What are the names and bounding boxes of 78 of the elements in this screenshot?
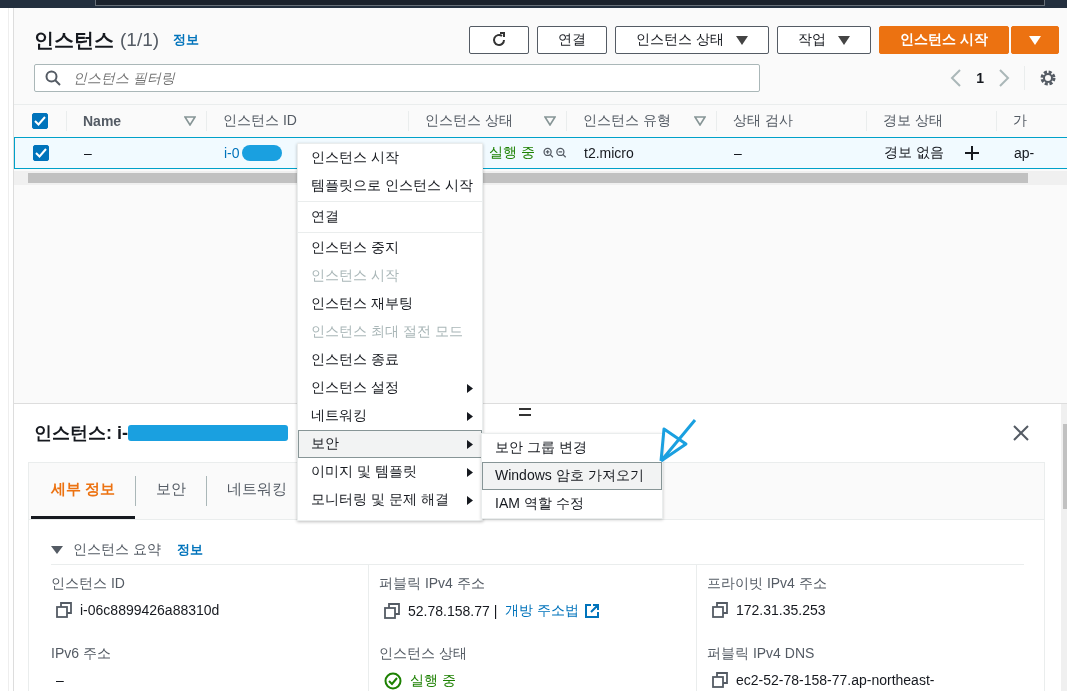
copy-icon[interactable] bbox=[384, 603, 400, 619]
zoom-icons[interactable] bbox=[542, 145, 567, 161]
menu-item[interactable]: 모니터링 및 문제 해결 bbox=[298, 486, 482, 514]
caret-icon bbox=[736, 35, 749, 45]
connect-button[interactable]: 연결 bbox=[537, 26, 608, 54]
field-label: 퍼블릭 IPv4 DNS bbox=[707, 645, 816, 663]
caret-icon bbox=[1029, 35, 1041, 45]
instance-count: (1/1) bbox=[120, 29, 160, 51]
column-header[interactable]: 가 bbox=[1013, 112, 1027, 130]
close-icon[interactable] bbox=[1013, 425, 1029, 441]
column-header[interactable]: Name bbox=[83, 113, 122, 129]
field-label: 프라이빗 IPv4 주소 bbox=[707, 575, 828, 593]
menu-item[interactable]: Windows 암호 가져오기 bbox=[482, 462, 662, 490]
filter-icon[interactable] bbox=[544, 116, 556, 126]
filter-icon[interactable] bbox=[184, 116, 196, 126]
row-checkbox[interactable] bbox=[33, 145, 49, 161]
menu-item[interactable]: 인스턴스 종료 bbox=[298, 346, 482, 374]
filter-field[interactable]: 인스턴스 필터링 bbox=[34, 64, 760, 92]
copy-icon[interactable] bbox=[712, 672, 728, 688]
table-cell: t2.micro bbox=[584, 145, 634, 161]
menu-item[interactable]: 인스턴스 설정 bbox=[298, 374, 482, 402]
menu-item[interactable]: 이미지 및 템플릿 bbox=[298, 458, 482, 486]
menu-item[interactable]: 네트워킹 bbox=[298, 402, 482, 430]
menu-item[interactable]: 보안 그룹 변경 bbox=[482, 434, 662, 462]
column-header[interactable]: 인스턴스 유형 bbox=[583, 112, 671, 130]
add-icon[interactable] bbox=[963, 145, 980, 161]
check-circle-icon bbox=[384, 672, 402, 690]
column-header[interactable]: 인스턴스 ID bbox=[223, 112, 297, 130]
field-label: 인스턴스 상태 bbox=[379, 645, 468, 663]
menu-item[interactable]: IAM 역할 수정 bbox=[482, 490, 662, 518]
tab[interactable]: 보안 bbox=[136, 463, 207, 519]
field-value: 실행 중 bbox=[410, 672, 456, 690]
instance-id-link[interactable]: i-0 bbox=[224, 145, 240, 161]
field-value: i-06c8899426a88310d bbox=[80, 602, 220, 618]
collapse-icon[interactable] bbox=[51, 545, 63, 555]
field-label: IPv6 주소 bbox=[51, 645, 112, 663]
table-cell: ap- bbox=[1014, 145, 1035, 161]
table-cell: – bbox=[734, 145, 742, 161]
field-value: – bbox=[56, 672, 64, 688]
copy-icon[interactable] bbox=[56, 602, 72, 618]
filter-icon[interactable] bbox=[694, 116, 706, 126]
dropdown-button[interactable]: 작업 bbox=[777, 26, 872, 54]
menu-item[interactable]: 인스턴스 재부팅 bbox=[298, 290, 482, 318]
search-icon bbox=[45, 70, 61, 86]
section-title: 인스턴스 요약 bbox=[73, 541, 161, 559]
field-value: 172.31.35.253 bbox=[736, 602, 826, 618]
table-cell: 경보 없음 bbox=[884, 144, 944, 162]
menu-item[interactable]: 템플릿으로 인스턴스 시작 bbox=[298, 172, 482, 200]
field-label: 퍼블릭 IPv4 주소 bbox=[379, 575, 486, 593]
copy-icon[interactable] bbox=[712, 602, 728, 618]
menu-item[interactable]: 연결 bbox=[298, 203, 482, 231]
menu-item[interactable]: 인스턴스 시작 bbox=[298, 144, 482, 172]
select-all-checkbox[interactable] bbox=[32, 113, 48, 129]
filter-input[interactable]: 인스턴스 필터링 bbox=[71, 69, 749, 87]
external-link-icon bbox=[585, 604, 600, 618]
menu-item[interactable]: 보안 bbox=[298, 430, 482, 458]
redaction-mark bbox=[241, 145, 282, 161]
refresh-button[interactable] bbox=[469, 26, 530, 54]
details-title: 인스턴스: i- bbox=[34, 422, 128, 445]
dropdown-button[interactable]: 인스턴스 상태 bbox=[615, 26, 770, 54]
field-value: ec2-52-78-158-77.ap-northeast- bbox=[736, 672, 935, 688]
column-header[interactable]: 인스턴스 상태 bbox=[425, 112, 513, 130]
caret-icon bbox=[838, 35, 851, 45]
field-label: 인스턴스 ID bbox=[51, 575, 126, 593]
launch-dropdown-button[interactable] bbox=[1011, 26, 1059, 54]
field-value: 52.78.158.77 | bbox=[408, 603, 498, 619]
page-title: 인스턴스 bbox=[34, 27, 114, 53]
resize-handle[interactable] bbox=[519, 408, 531, 416]
menu-item[interactable]: 인스턴스 중지 bbox=[298, 234, 482, 262]
info-link[interactable]: 정보 bbox=[173, 31, 200, 49]
page-number[interactable]: 1 bbox=[976, 70, 984, 86]
address-link[interactable]: 개방 주소법 bbox=[505, 602, 600, 620]
table-cell: – bbox=[84, 145, 92, 161]
status-text: 실행 중 bbox=[489, 144, 535, 162]
info-link[interactable]: 정보 bbox=[176, 541, 203, 559]
column-header[interactable]: 경보 상태 bbox=[883, 112, 943, 130]
column-header[interactable]: 상태 검사 bbox=[733, 112, 793, 130]
settings-icon[interactable] bbox=[1039, 69, 1057, 87]
